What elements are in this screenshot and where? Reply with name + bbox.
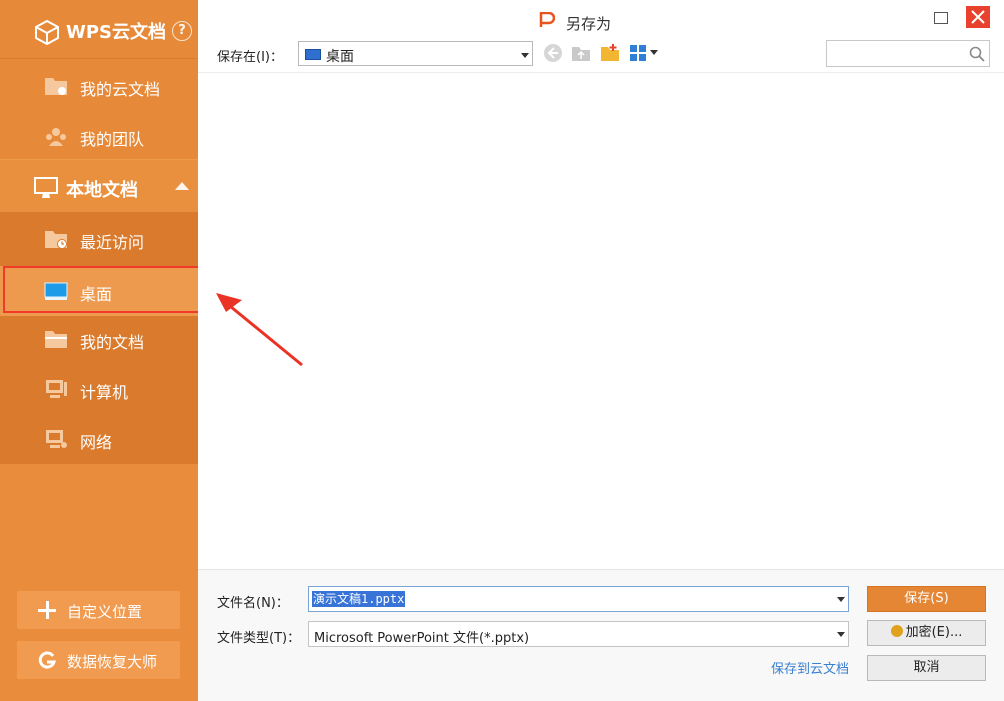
local-docs-header[interactable]: 本地文档 xyxy=(0,159,198,212)
save-button[interactable]: 保存(S) xyxy=(867,586,986,612)
file-name-value: 演示文稿1.pptx xyxy=(312,591,406,607)
sidebar-item-label: 网络 xyxy=(80,433,113,452)
dialog-title: 另存为 xyxy=(566,15,612,33)
recent-folder-icon xyxy=(45,231,67,249)
recovery-icon xyxy=(38,651,57,669)
save-in-value: 桌面 xyxy=(326,49,354,65)
sidebar-item-my-cloud-docs[interactable]: 我的云文档 xyxy=(0,61,198,111)
sidebar-item-label: 我的文档 xyxy=(80,333,145,352)
custom-location-button[interactable]: 自定义位置 xyxy=(17,591,180,629)
search-input[interactable] xyxy=(831,44,961,63)
plus-icon xyxy=(38,601,56,619)
cloud-folder-icon xyxy=(45,78,67,95)
cube-icon xyxy=(35,19,59,45)
sidebar-item-label: 我的云文档 xyxy=(80,80,161,99)
search-box[interactable] xyxy=(826,40,990,67)
documents-folder-icon xyxy=(45,331,67,348)
search-icon[interactable] xyxy=(969,46,985,62)
highlight-box xyxy=(3,266,201,313)
file-name-label: 文件名(N)： xyxy=(217,596,289,611)
file-list-area[interactable] xyxy=(198,72,1004,569)
sidebar: WPS云文档 ? 我的云文档 我的团队 本地文档 最近访问 桌面 我的文档 计算… xyxy=(0,0,198,701)
sidebar-item-my-team[interactable]: 我的团队 xyxy=(0,111,198,161)
file-type-select[interactable]: Microsoft PowerPoint 文件(*.pptx) xyxy=(308,621,849,647)
sidebar-item-label: 我的团队 xyxy=(80,130,145,149)
cancel-button[interactable]: 取消 xyxy=(867,655,986,681)
cloud-group: 我的云文档 我的团队 xyxy=(0,58,198,159)
save-in-select[interactable]: 桌面 xyxy=(298,41,533,66)
view-options-icon[interactable] xyxy=(628,42,650,64)
file-name-field[interactable]: 演示文稿1.pptx xyxy=(308,586,849,612)
sidebar-item-my-documents[interactable]: 我的文档 xyxy=(0,314,198,364)
brand-header: WPS云文档 ? xyxy=(0,0,198,58)
custom-location-label: 自定义位置 xyxy=(67,603,143,621)
annotation-arrow-icon xyxy=(216,293,303,367)
chevron-down-icon[interactable] xyxy=(837,597,845,602)
new-folder-icon[interactable] xyxy=(599,42,621,64)
sidebar-item-network[interactable]: 网络 xyxy=(0,414,198,464)
back-icon[interactable] xyxy=(542,42,564,64)
presentation-icon xyxy=(539,12,555,27)
computer-icon xyxy=(46,380,67,398)
desktop-icon xyxy=(305,49,321,60)
cancel-button-label: 取消 xyxy=(913,660,940,675)
file-type-label: 文件类型(T)： xyxy=(217,631,301,646)
chevron-down-icon xyxy=(521,53,529,58)
dialog-titlebar: 另存为 xyxy=(198,0,1004,38)
save-in-label: 保存在(I)： xyxy=(217,50,283,65)
save-button-label: 保存(S) xyxy=(904,591,949,606)
close-icon xyxy=(971,10,985,24)
encrypt-button[interactable]: 加密(E)... xyxy=(867,620,986,646)
file-type-value: Microsoft PowerPoint 文件(*.pptx) xyxy=(314,631,530,646)
collapse-caret-icon[interactable] xyxy=(175,182,189,190)
local-group: 最近访问 桌面 我的文档 计算机 网络 xyxy=(0,212,198,464)
help-icon[interactable]: ? xyxy=(172,21,192,41)
monitor-icon xyxy=(34,177,58,198)
save-to-cloud-link[interactable]: 保存到云文档 xyxy=(771,658,849,677)
chevron-down-icon[interactable] xyxy=(650,50,658,55)
dialog-toolbar: 保存在(I)： 桌面 xyxy=(198,38,1004,72)
coin-icon xyxy=(890,625,903,637)
sidebar-item-label: 最近访问 xyxy=(80,233,145,252)
team-icon xyxy=(46,128,66,146)
sidebar-item-label: 计算机 xyxy=(80,383,129,402)
encrypt-button-label: 加密(E)... xyxy=(905,625,963,640)
sidebar-item-recent[interactable]: 最近访问 xyxy=(0,214,198,264)
brand-title: WPS云文档 xyxy=(66,22,167,43)
up-folder-icon[interactable] xyxy=(570,42,592,64)
sidebar-item-computer[interactable]: 计算机 xyxy=(0,364,198,414)
chevron-down-icon xyxy=(837,632,845,637)
data-recovery-label: 数据恢复大师 xyxy=(67,653,158,671)
dialog-footer: 文件名(N)： 演示文稿1.pptx 文件类型(T)： Microsoft Po… xyxy=(198,569,1004,701)
maximize-button[interactable] xyxy=(934,12,948,24)
local-docs-label: 本地文档 xyxy=(66,180,138,201)
close-button[interactable] xyxy=(966,6,990,28)
data-recovery-button[interactable]: 数据恢复大师 xyxy=(17,641,180,679)
network-icon xyxy=(46,430,67,448)
